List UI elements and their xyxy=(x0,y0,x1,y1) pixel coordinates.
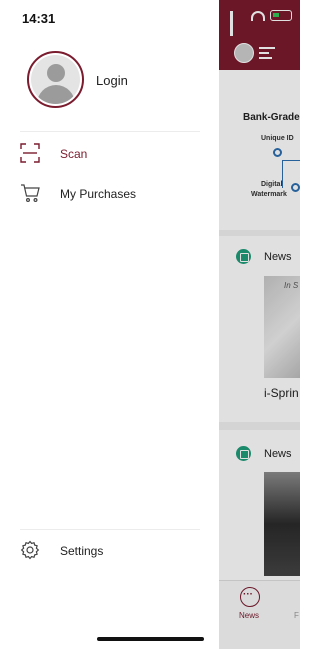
home-indicator[interactable] xyxy=(97,637,204,641)
person-icon xyxy=(31,55,80,104)
menu-item-settings[interactable]: Settings xyxy=(0,535,219,565)
login-button[interactable]: Login xyxy=(96,73,128,88)
gear-icon xyxy=(20,540,40,560)
divider xyxy=(20,131,200,132)
cart-icon xyxy=(20,183,40,203)
scan-icon xyxy=(20,143,40,163)
menu-item-label: My Purchases xyxy=(60,187,137,201)
status-time: 14:31 xyxy=(22,11,56,26)
drawer-scrim[interactable] xyxy=(219,0,300,649)
avatar[interactable] xyxy=(27,51,84,108)
menu-item-scan[interactable]: Scan xyxy=(0,138,219,168)
menu-item-my-purchases[interactable]: My Purchases xyxy=(0,178,219,208)
menu-item-label: Settings xyxy=(60,544,104,558)
menu-item-label: Scan xyxy=(60,147,88,161)
divider xyxy=(20,529,200,530)
navigation-drawer: 14:31 Login Scan My Purchases Settings xyxy=(0,0,219,649)
